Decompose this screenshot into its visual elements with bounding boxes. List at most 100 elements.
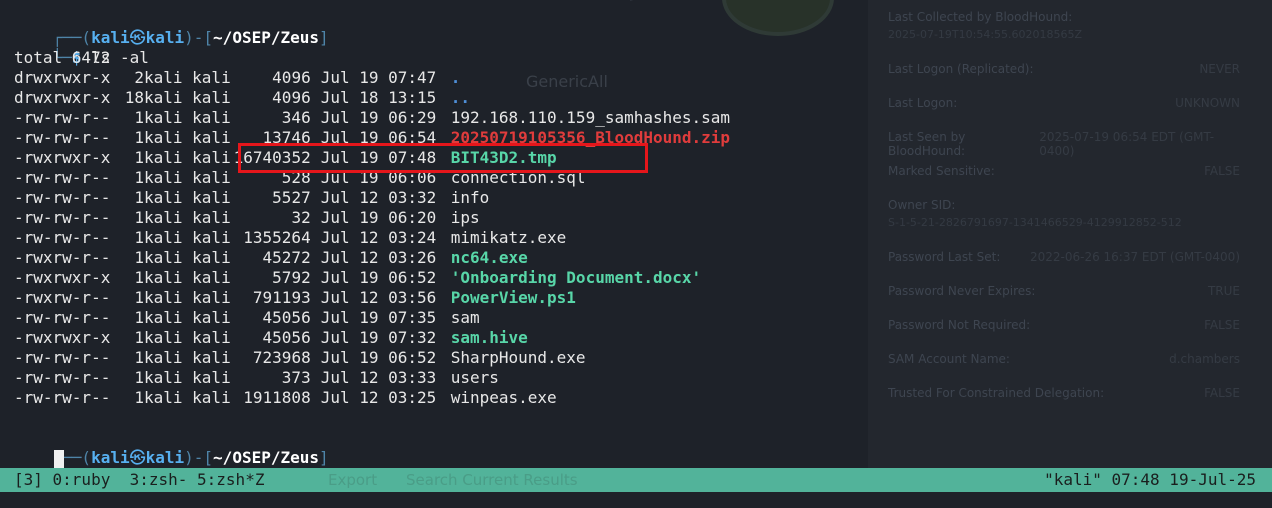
bg-owner-sid-value: S-1-5-21-2826791697-1341466529-412991285…: [888, 216, 1182, 229]
file-date: Jul 12 03:25: [320, 388, 437, 407]
file-name: nc64.exe: [450, 248, 528, 267]
file-owner: kali kali: [144, 148, 231, 167]
bg-property-label: Password Not Required:: [888, 318, 1031, 332]
file-owner: kali kali: [144, 268, 231, 287]
file-size: 791193: [252, 288, 311, 307]
tmux-window-list[interactable]: [3] 0:ruby 3:zsh- 5:zsh*Z: [14, 468, 264, 492]
bg-property-value: FALSE: [1204, 164, 1240, 178]
file-name: .: [450, 68, 461, 87]
file-date: Jul 19 07:35: [320, 308, 437, 327]
listing-row: -rwxrwxr-x 1kali kali 5792 Jul 19 06:52 'Onb…: [14, 268, 701, 288]
file-size: 723968: [252, 348, 311, 367]
file-permissions: -rw-rw-r--: [14, 168, 111, 187]
bg-property-row: Password Last Set: 2022-06-26 16:37 EDT (…: [888, 250, 1240, 264]
bg-property-label: Last Logon:: [888, 96, 958, 110]
file-name: sam: [450, 308, 480, 327]
bg-property-row: SAM Account Name: d.chambers: [888, 352, 1240, 366]
bg-property-value: 2022-06-26 16:37 EDT (GMT-0400): [1029, 250, 1240, 264]
listing-row: -rw-rw-r-- 1kali kali 1911808 Jul 12 03:25 w…: [14, 388, 557, 408]
file-size: 5527: [272, 188, 311, 207]
listing-row: -rw-rw-r-- 1kali kali 45056 Jul 19 07:35 sam: [14, 308, 480, 328]
file-date: Jul 12 03:26: [320, 248, 437, 267]
file-date: Jul 19 06:52: [320, 268, 437, 287]
file-owner: kali kali: [144, 208, 231, 227]
bg-property-value: FALSE: [1204, 318, 1240, 332]
file-permissions: -rw-rw-r--: [14, 208, 111, 227]
listing-row: -rw-rw-r-- 1kali kali 373 Jul 12 03:33 users: [14, 368, 499, 388]
prompt-directory: ~/OSEP/Zeus: [213, 28, 320, 47]
file-name: info: [450, 188, 490, 207]
link-count: 1: [134, 388, 144, 407]
bg-property-row: Last Logon: UNKNOWN: [888, 96, 1240, 110]
file-name: SharpHound.exe: [450, 348, 586, 367]
file-permissions: -rwxrwxr-x: [14, 148, 111, 167]
file-permissions: -rw-rw-r--: [14, 108, 111, 127]
text-cursor: [54, 450, 64, 468]
bg-collected-value: 2025-07-19T10:54:55.602018565Z: [888, 28, 1083, 41]
file-owner: kali kali: [144, 228, 231, 247]
listing-row: -rw-rw-r-- 1kali kali 723968 Jul 19 06:52 Sh…: [14, 348, 586, 368]
link-count: 1: [134, 268, 144, 287]
file-date: Jul 12 03:33: [320, 368, 437, 387]
bg-export-button: Export: [328, 471, 378, 489]
file-name: winpeas.exe: [450, 388, 557, 407]
highlight-box: [238, 143, 648, 173]
file-permissions: -rw-rw-r--: [14, 188, 111, 207]
bg-property-row: Marked Sensitive: FALSE: [888, 164, 1240, 178]
file-date: Jul 19 07:47: [320, 68, 437, 87]
file-owner: kali kali: [144, 168, 231, 187]
command-line[interactable]: └─$: [14, 448, 82, 487]
file-name: PowerView.ps1: [450, 288, 576, 307]
file-date: Jul 12 03:24: [320, 228, 437, 247]
file-size: 45056: [262, 308, 311, 327]
link-count: 1: [134, 228, 144, 247]
prompt-host: kali: [145, 448, 185, 467]
file-owner: kali kali: [144, 368, 231, 387]
bg-property-value: TRUE: [1207, 284, 1240, 298]
prompt-directory: ~/OSEP/Zeus: [213, 448, 320, 467]
file-name: ips: [450, 208, 480, 227]
file-permissions: -rw-rw-r--: [14, 348, 111, 367]
file-size: 32: [291, 208, 311, 227]
file-owner: kali kali: [144, 188, 231, 207]
file-permissions: -rw-rw-r--: [14, 388, 111, 407]
bg-property-value: FALSE: [1204, 386, 1240, 400]
bg-property-row: Last Seen by BloodHound: 2025-07-19 06:54…: [888, 130, 1240, 158]
bg-edge-label: GenericAll: [526, 72, 608, 91]
tmux-status-right: "kali" 07:48 19-Jul-25: [1044, 470, 1256, 489]
file-size: 346: [281, 108, 311, 127]
file-size: 4096: [272, 88, 311, 107]
bg-property-label: Last Seen by BloodHound:: [888, 130, 966, 158]
listing-row: drwxrwxr-x 2kali kali 4096 Jul 19 07:47.: [14, 68, 460, 88]
total-line: total 6472: [14, 48, 111, 67]
prompt-line: ┌──(kali㉿kali)-[~/OSEP/Zeus]: [14, 8, 329, 47]
bg-property-value: UNKNOWN: [1175, 96, 1240, 110]
bg-property-row: Last Logon (Replicated): NEVER: [888, 62, 1240, 76]
listing-row: -rwxrwxr-x 1kali kali 45056 Jul 19 07:32 sam…: [14, 328, 528, 348]
listing-row: drwxrwxr-x 18kali kali 4096 Jul 18 13:15..: [14, 88, 470, 108]
link-count: 1: [134, 168, 144, 187]
listing-row: -rw-rw-r-- 1kali kali 5527 Jul 12 03:32 info: [14, 188, 489, 208]
prompt-frame: )-[: [184, 448, 214, 467]
listing-row: -rwxrw-r-- 1kali kali 45272 Jul 12 03:26 nc6…: [14, 248, 528, 268]
bg-property-row: Password Not Required: FALSE: [888, 318, 1240, 332]
bg-property-row: Password Never Expires: TRUE: [888, 284, 1240, 298]
link-count: 1: [134, 148, 144, 167]
file-date: Jul 19 06:20: [320, 208, 437, 227]
file-permissions: -rwxrwxr-x: [14, 328, 111, 347]
bg-property-value: 2025-07-19 06:54 EDT (GMT-0400): [1039, 130, 1215, 158]
prompt-host: kali: [145, 28, 185, 47]
file-name: ..: [450, 88, 470, 107]
file-date: Jul 12 03:32: [320, 188, 437, 207]
link-count: 1: [134, 288, 144, 307]
listing-row: -rw-rw-r-- 1kali kali 1355264 Jul 12 03:24 m…: [14, 228, 566, 248]
bg-property-label: Password Never Expires:: [888, 284, 1036, 298]
file-permissions: -rw-rw-r--: [14, 128, 111, 147]
prompt-at-symbol: ㉿: [129, 448, 146, 467]
file-permissions: -rw-rw-r--: [14, 368, 111, 387]
bg-property-value: NEVER: [1199, 62, 1240, 76]
bg-property-label: Marked Sensitive:: [888, 164, 995, 178]
link-count: 18: [124, 88, 144, 107]
file-size: 45272: [262, 248, 311, 267]
file-owner: kali kali: [144, 388, 231, 407]
